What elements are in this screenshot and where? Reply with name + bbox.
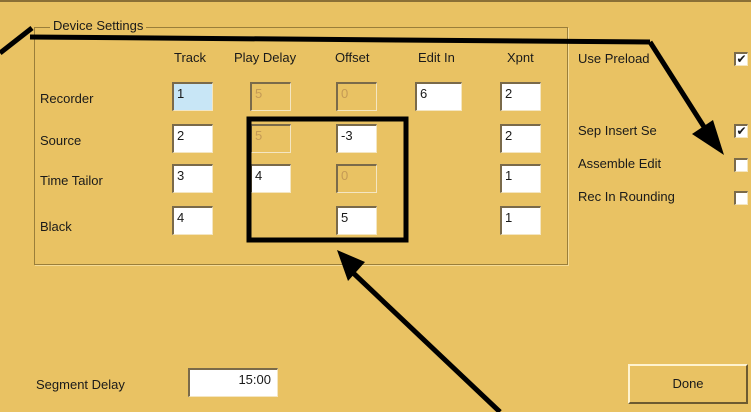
column-header-edit-in: Edit In <box>418 50 455 65</box>
source-xpnt-input[interactable]: 2 <box>500 124 541 153</box>
time-tailor-play-delay-input[interactable]: 4 <box>250 164 291 193</box>
rec-in-rounding-label: Rec In Rounding <box>578 189 675 204</box>
use-preload-label: Use Preload <box>578 51 650 66</box>
column-header-play-delay: Play Delay <box>234 50 297 65</box>
black-track-input[interactable]: 4 <box>172 206 213 235</box>
sep-insert-segs-label: Sep Insert Se <box>578 123 657 138</box>
annotation-arrow-left-edge <box>0 26 34 55</box>
recorder-offset-input: 0 <box>336 82 377 111</box>
source-offset-input[interactable]: -3 <box>336 124 377 153</box>
row-label-black: Black <box>40 219 72 234</box>
recorder-track-input[interactable]: 1 <box>172 82 213 111</box>
row-label-time-tailor: Time Tailor <box>40 173 103 188</box>
annotation-arrowhead-right <box>692 120 724 155</box>
annotation-arrow-bottom <box>346 266 502 412</box>
black-xpnt-input[interactable]: 1 <box>500 206 541 235</box>
rec-in-rounding-checkbox[interactable] <box>734 191 748 205</box>
time-tailor-xpnt-input[interactable]: 1 <box>500 164 541 193</box>
row-label-recorder: Recorder <box>40 91 94 106</box>
time-tailor-track-input[interactable]: 3 <box>172 164 213 193</box>
time-tailor-offset-input: 0 <box>336 164 377 193</box>
segment-delay-input[interactable]: 15:00 <box>188 368 278 397</box>
row-label-source: Source <box>40 133 82 148</box>
recorder-xpnt-input[interactable]: 2 <box>500 82 541 111</box>
top-edge <box>0 0 751 2</box>
recorder-edit-in-input[interactable]: 6 <box>415 82 462 111</box>
assemble-edit-label: Assemble Edit <box>578 156 662 171</box>
column-header-xpnt: Xpnt <box>507 50 534 65</box>
recorder-play-delay-input: 5 <box>250 82 291 111</box>
segment-delay-label: Segment Delay <box>36 377 125 392</box>
source-track-input[interactable]: 2 <box>172 124 213 153</box>
annotation-arrow-diagonal <box>647 40 709 132</box>
column-header-offset: Offset <box>335 50 370 65</box>
done-button[interactable]: Done <box>628 364 748 404</box>
column-header-track: Track <box>174 50 207 65</box>
use-preload-checkbox[interactable]: ✔ <box>734 52 748 66</box>
device-settings-group <box>34 27 568 265</box>
black-offset-input[interactable]: 5 <box>336 206 377 235</box>
group-title: Device Settings <box>50 18 147 33</box>
assemble-edit-checkbox[interactable] <box>734 158 748 172</box>
device-settings-dialog: Device Settings Track Play Delay Offset … <box>0 0 751 412</box>
sep-insert-segs-checkbox[interactable]: ✔ <box>734 124 748 138</box>
source-play-delay-input: 5 <box>250 124 291 153</box>
